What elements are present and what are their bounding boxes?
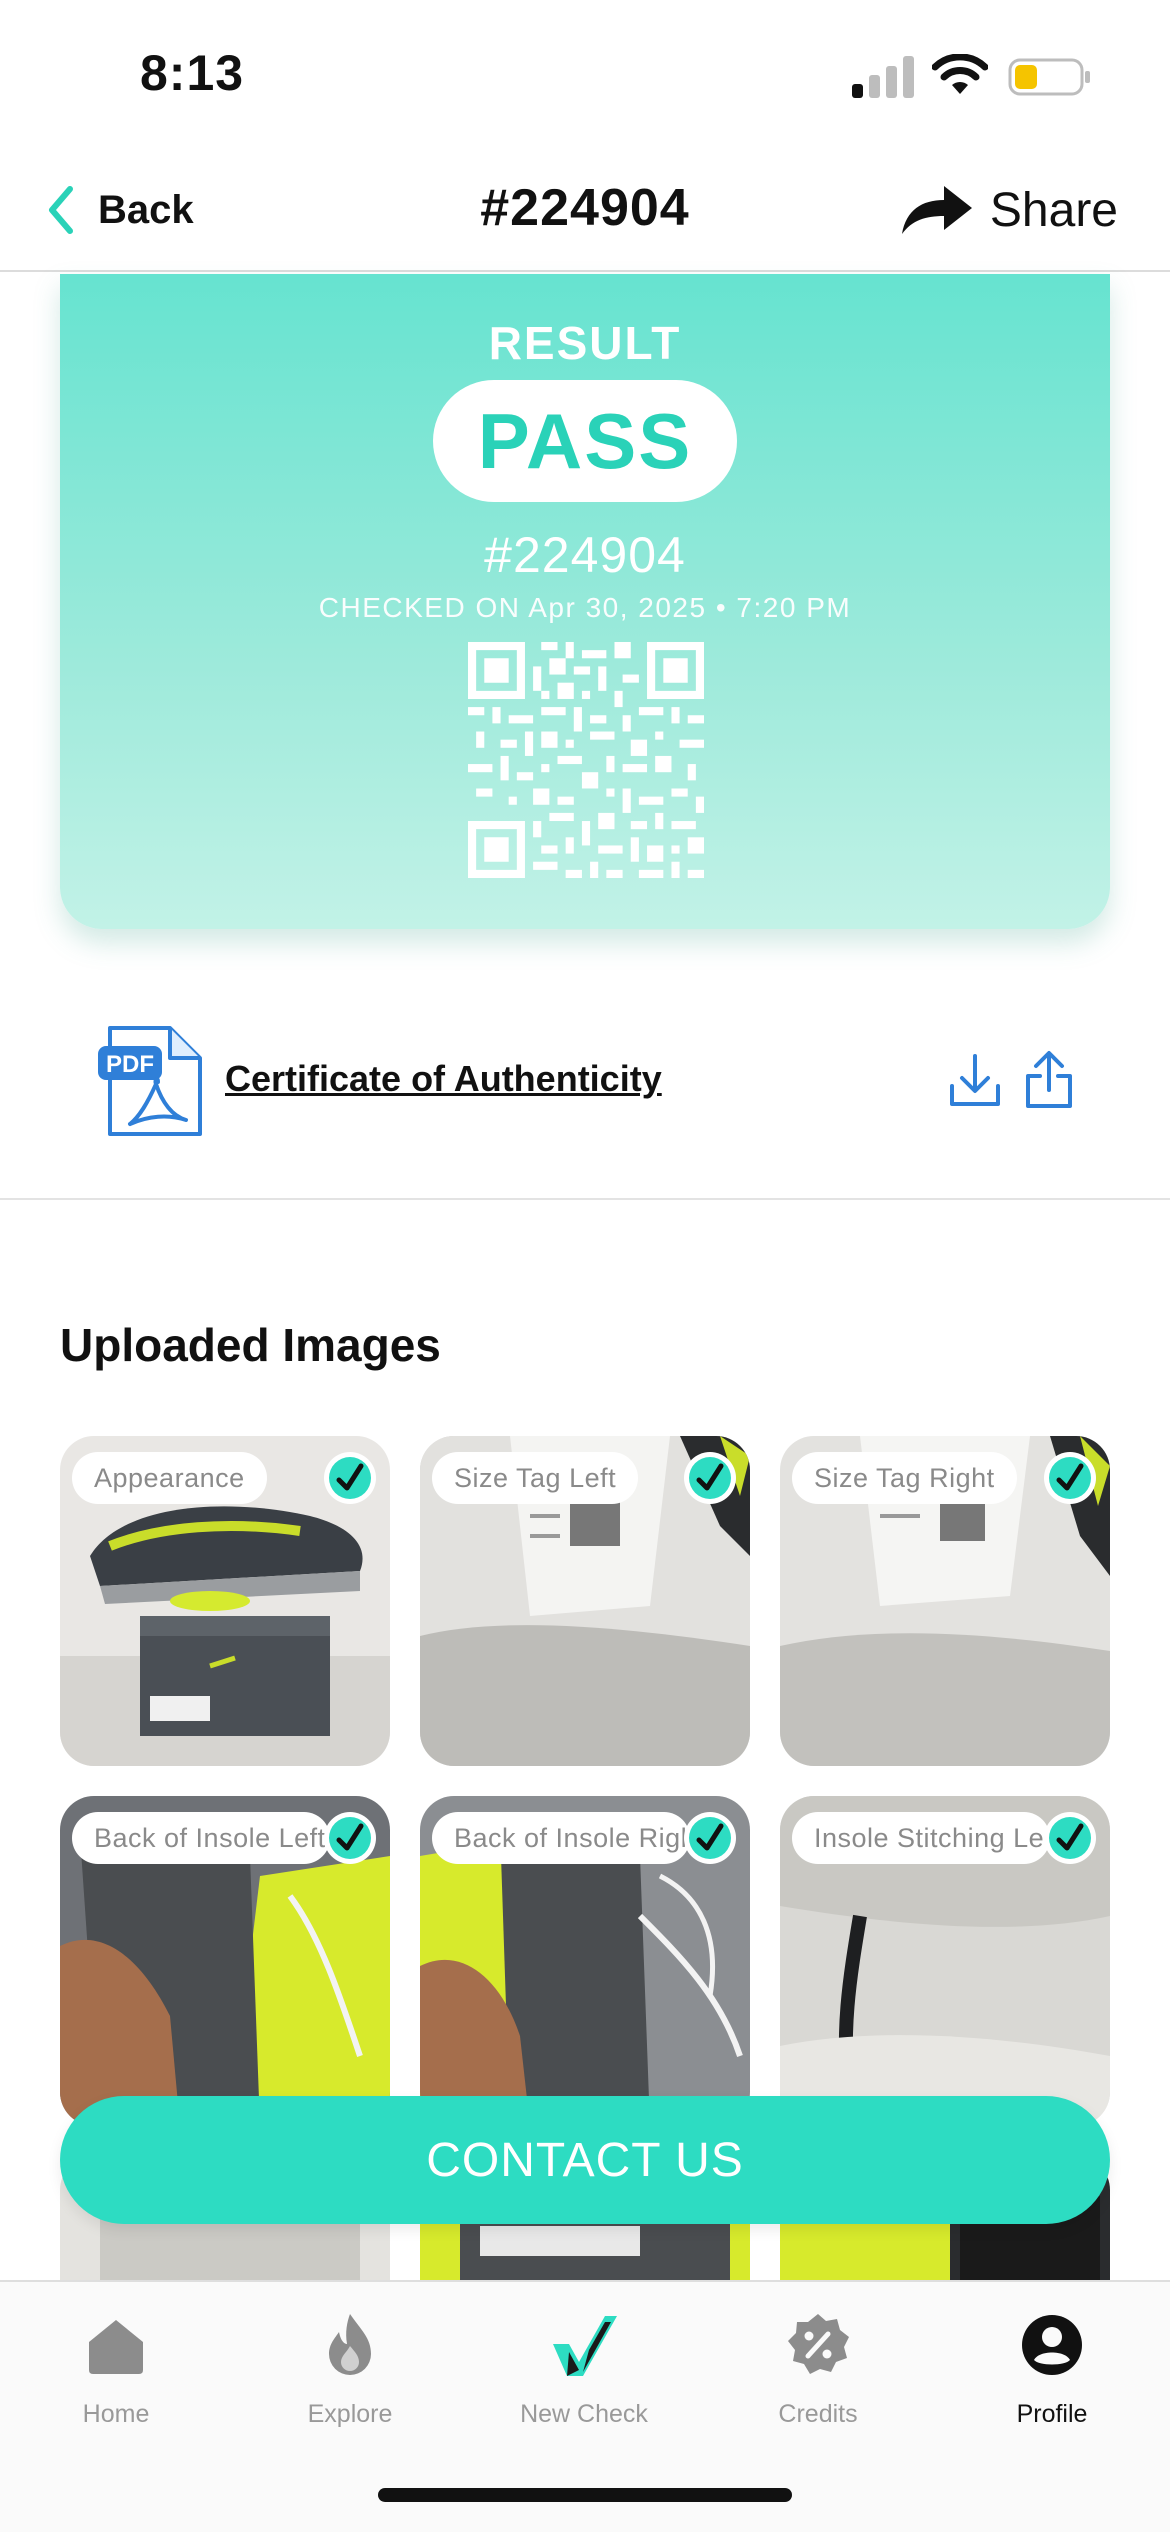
share-button[interactable]: Share — [898, 178, 1118, 242]
wifi-icon — [932, 54, 988, 94]
uploaded-images-title: Uploaded Images — [60, 1319, 441, 1371]
tab-new-check[interactable]: New Check — [484, 2310, 684, 2429]
tab-label: Profile — [1016, 2400, 1088, 2428]
image-tag: Insole Stitching Left — [792, 1812, 1050, 1864]
tab-label: Home — [82, 2400, 150, 2428]
image-tile-back-of-insole-left[interactable]: Back of Insole Left — [60, 1796, 390, 2126]
tab-label: Explore — [307, 2400, 393, 2428]
image-tile-back-of-insole-right[interactable]: Back of Insole Right — [420, 1796, 750, 2126]
status-bar: 8:13 — [0, 0, 1170, 150]
tab-credits[interactable]: Credits — [718, 2310, 918, 2429]
home-indicator[interactable] — [378, 2488, 792, 2502]
check-id: #224904 — [484, 527, 686, 583]
image-tile-size-tag-left[interactable]: Size Tag Left — [420, 1436, 750, 1766]
result-verdict: PASS — [477, 396, 693, 485]
share-label: Share — [989, 183, 1118, 237]
certificate-row: PDF Certificate of Authenticity — [0, 1000, 1170, 1200]
tab-explore[interactable]: Explore — [250, 2310, 450, 2429]
download-icon[interactable] — [948, 1052, 1002, 1110]
result-card: RESULT PASS #224904 CHECKED ON Apr 30, 2… — [60, 274, 1110, 929]
image-tag: Appearance — [72, 1452, 267, 1504]
share-arrow-icon — [901, 186, 972, 234]
percent-badge-icon — [788, 2314, 849, 2374]
result-heading: RESULT — [488, 317, 682, 369]
nav-header: Back #224904 Share — [0, 150, 1170, 272]
verified-check-icon — [324, 1812, 376, 1864]
profile-icon — [1022, 2315, 1082, 2375]
flame-icon — [329, 2314, 371, 2375]
image-tag: Back of Insole Left — [72, 1812, 330, 1864]
svg-text:PDF: PDF — [106, 1051, 154, 1078]
upload-share-icon[interactable] — [1022, 1050, 1076, 1110]
verified-check-icon — [1044, 1812, 1096, 1864]
tab-home[interactable]: Home — [16, 2310, 216, 2429]
verified-check-icon — [684, 1452, 736, 1504]
home-icon — [89, 2320, 143, 2374]
pdf-file-icon[interactable]: PDF — [96, 1024, 204, 1140]
cellular-signal-icon — [852, 56, 914, 98]
result-verdict-badge: PASS — [433, 380, 737, 502]
checkmark-icon — [553, 2316, 617, 2376]
image-tile-insole-stitching-left[interactable]: Insole Stitching Left — [780, 1796, 1110, 2126]
image-tile-size-tag-right[interactable]: Size Tag Right — [780, 1436, 1110, 1766]
verified-check-icon — [1044, 1452, 1096, 1504]
image-tile-appearance[interactable]: Appearance — [60, 1436, 390, 1766]
image-tag: Back of Insole Right — [432, 1812, 690, 1864]
image-tag: Size Tag Right — [792, 1452, 1017, 1504]
image-tag: Size Tag Left — [432, 1452, 639, 1504]
tab-label: Credits — [778, 2400, 858, 2428]
status-time: 8:13 — [140, 45, 245, 101]
contact-us-button[interactable]: CONTACT US — [60, 2096, 1110, 2224]
verified-check-icon — [324, 1452, 376, 1504]
qr-code-icon[interactable] — [468, 642, 704, 878]
battery-icon — [1008, 58, 1090, 96]
checked-on-date: CHECKED ON Apr 30, 2025 • 7:20 PM — [318, 592, 852, 623]
tab-label: New Check — [520, 2400, 648, 2428]
certificate-link[interactable]: Certificate of Authenticity — [225, 1058, 662, 1100]
verified-check-icon — [684, 1812, 736, 1864]
tab-profile[interactable]: Profile — [952, 2310, 1152, 2429]
